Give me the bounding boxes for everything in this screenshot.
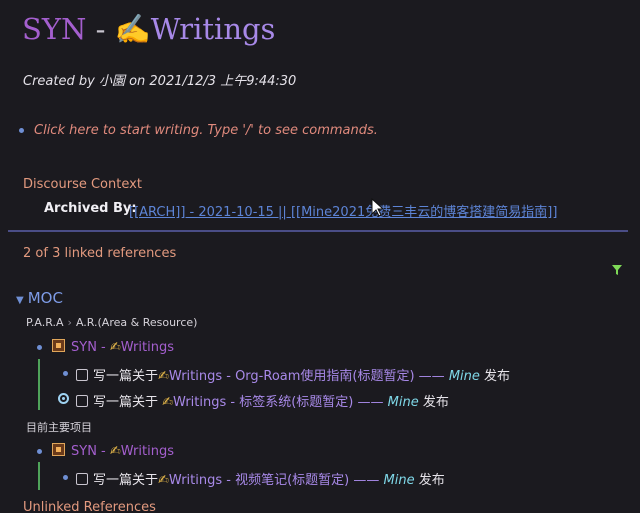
page-title[interactable]: SYN - ✍Writings bbox=[22, 12, 275, 47]
title-dash: - bbox=[86, 12, 115, 46]
unlinked-references-heading[interactable]: Unlinked References bbox=[23, 500, 156, 513]
archived-by-link[interactable]: [[ARCH]] - 2021-10-15 || [[Mine2021免费三丰云… bbox=[129, 201, 557, 220]
task-text-main[interactable]: Writings - 视频笔记(标题暂定) —— bbox=[169, 473, 384, 488]
ref-block-syn-writings-2[interactable]: SYN - ✍Writings bbox=[52, 443, 174, 459]
breadcrumb-separator: › bbox=[67, 316, 72, 329]
caret-down-icon[interactable]: ▼ bbox=[16, 295, 24, 306]
block-bullet[interactable] bbox=[63, 371, 68, 376]
todo-checkbox[interactable] bbox=[76, 473, 88, 485]
task-text-post: 发布 bbox=[414, 473, 445, 488]
block-ref-icon bbox=[52, 339, 65, 352]
section-divider bbox=[8, 230, 628, 232]
task-text-pre: 写一篇关于 bbox=[93, 369, 159, 384]
block-bullet-selected[interactable] bbox=[58, 393, 69, 404]
roam-page: SYN - ✍Writings Created by 小園 on 2021/12… bbox=[0, 0, 640, 513]
breadcrumb-item-para[interactable]: P.A.R.A bbox=[26, 316, 64, 329]
breadcrumb-item-area-resource[interactable]: A.R.(Area & Resource) bbox=[76, 316, 198, 329]
linked-references-count: 2 of 3 linked references bbox=[23, 246, 177, 261]
task-item-video-notes[interactable]: 写一篇关于✍Writings - 视频笔记(标题暂定) —— Mine 发布 bbox=[76, 469, 445, 488]
filter-icon[interactable] bbox=[611, 264, 623, 276]
title-writings: Writings bbox=[150, 12, 276, 46]
created-by-meta: Created by 小園 on 2021/12/3 上午9:44:30 bbox=[23, 74, 297, 89]
todo-checkbox[interactable] bbox=[76, 395, 88, 407]
syn-ref-text[interactable]: SYN - bbox=[71, 444, 110, 459]
archived-by-label: Archived By: bbox=[44, 201, 137, 216]
thread-line bbox=[38, 359, 40, 410]
writing-hand-icon: ✍ bbox=[109, 444, 121, 459]
task-item-tag-system[interactable]: 写一篇关于 ✍Writings - 标签系统(标题暂定) —— Mine 发布 bbox=[76, 391, 449, 410]
block-bullet[interactable] bbox=[19, 128, 24, 133]
syn-ref-writings[interactable]: Writings bbox=[121, 340, 174, 355]
todo-checkbox[interactable] bbox=[76, 369, 88, 381]
writing-hand-icon: ✍ bbox=[158, 473, 169, 488]
new-block-placeholder[interactable]: Click here to start writing. Type '/' to… bbox=[34, 123, 378, 138]
task-text-post: 发布 bbox=[418, 395, 449, 410]
block-ref-icon bbox=[52, 443, 65, 456]
linked-group-moc[interactable]: ▼ MOC bbox=[16, 288, 63, 307]
block-bullet[interactable] bbox=[63, 475, 68, 480]
writing-hand-icon: ✍ bbox=[114, 12, 151, 46]
block-bullet[interactable] bbox=[37, 449, 42, 454]
task-text-pre: 写一篇关于 bbox=[93, 473, 159, 488]
linked-group-title[interactable]: MOC bbox=[28, 289, 63, 307]
title-syn: SYN bbox=[22, 12, 87, 46]
task-item-org-roam[interactable]: 写一篇关于✍Writings - Org-Roam使用指南(标题暂定) —— M… bbox=[76, 365, 510, 384]
discourse-context-heading: Discourse Context bbox=[23, 177, 142, 192]
ref-block-syn-writings[interactable]: SYN - ✍Writings bbox=[52, 339, 174, 355]
writing-hand-icon: ✍ bbox=[162, 395, 174, 410]
breadcrumb-current-projects[interactable]: 目前主要项目 bbox=[26, 419, 92, 435]
syn-ref-writings[interactable]: Writings bbox=[121, 444, 174, 459]
mine-tag[interactable]: Mine bbox=[388, 395, 419, 410]
syn-ref-text[interactable]: SYN - bbox=[71, 340, 110, 355]
task-text-pre: 写一篇关于 bbox=[93, 395, 163, 410]
mouse-pointer-icon bbox=[371, 198, 384, 217]
task-text-post: 发布 bbox=[479, 369, 511, 384]
block-bullet[interactable] bbox=[37, 345, 42, 350]
breadcrumb: P.A.R.A › A.R.(Area & Resource) bbox=[26, 316, 197, 329]
task-text-main[interactable]: Writings - Org-Roam使用指南(标题暂定) —— bbox=[169, 369, 449, 384]
mine-tag[interactable]: Mine bbox=[449, 369, 480, 384]
mine-tag[interactable]: Mine bbox=[384, 473, 415, 488]
writing-hand-icon: ✍ bbox=[158, 369, 169, 384]
writing-hand-icon: ✍ bbox=[109, 340, 121, 355]
task-text-main[interactable]: Writings - 标签系统(标题暂定) —— bbox=[173, 395, 388, 410]
thread-line bbox=[38, 462, 40, 490]
